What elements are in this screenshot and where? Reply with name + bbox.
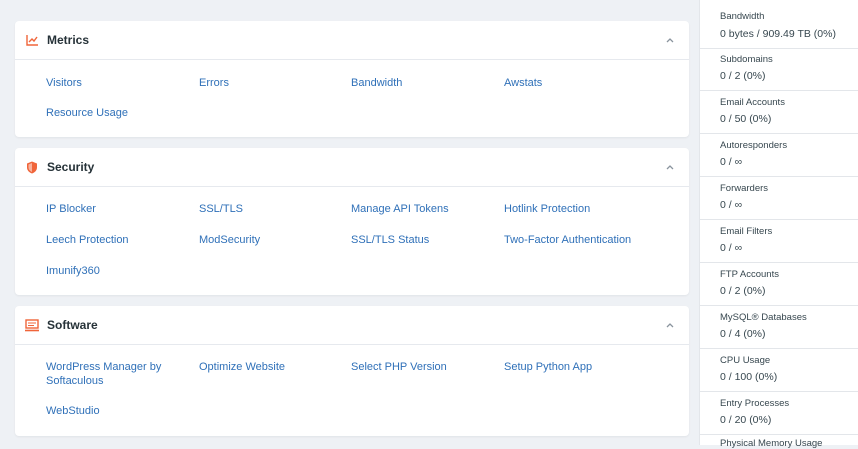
software-panel-header[interactable]: Software — [15, 306, 689, 345]
chevron-up-icon[interactable] — [663, 318, 677, 332]
stat-bandwidth: Bandwidth 0 bytes / 909.49 TB (0%) — [700, 0, 858, 49]
link-manage-api-tokens[interactable]: Manage API Tokens — [351, 202, 491, 216]
stat-label: Autoresponders — [720, 140, 788, 151]
stat-value: 0 / ∞ — [720, 242, 743, 254]
stat-value: 0 / 4 (0%) — [720, 328, 766, 340]
stat-value: 0 / ∞ — [720, 156, 743, 168]
link-resource-usage[interactable]: Resource Usage — [46, 106, 186, 120]
metrics-panel-header[interactable]: Metrics — [15, 21, 689, 60]
chevron-up-icon[interactable] — [663, 160, 677, 174]
stat-physical-memory-usage: Physical Memory Usage — [700, 435, 858, 449]
link-errors[interactable]: Errors — [199, 76, 339, 90]
stat-label: Forwarders — [720, 183, 769, 194]
stat-value: 0 / 20 (0%) — [720, 414, 772, 426]
link-awstats[interactable]: Awstats — [504, 76, 644, 90]
link-wordpress-manager[interactable]: WordPress Manager by Softaculous — [46, 360, 176, 388]
main-content: Metrics Visitors Errors Bandwidth Awstat… — [0, 0, 700, 445]
stat-ftp-accounts: FTP Accounts 0 / 2 (0%) — [700, 263, 858, 306]
stat-subdomains: Subdomains 0 / 2 (0%) — [700, 48, 858, 91]
link-ssl-tls-status[interactable]: SSL/TLS Status — [351, 233, 491, 247]
stat-value: 0 / ∞ — [720, 199, 743, 211]
stat-value: 0 / 2 (0%) — [720, 70, 766, 82]
stat-label: Subdomains — [720, 54, 773, 65]
software-panel: Software WordPress Manager by Softaculou… — [15, 306, 689, 436]
stat-value: 0 / 100 (0%) — [720, 371, 778, 383]
statistics-sidebar: Bandwidth 0 bytes / 909.49 TB (0%) Subdo… — [699, 0, 858, 449]
security-panel-header[interactable]: Security — [15, 148, 689, 187]
link-imunify360[interactable]: Imunify360 — [46, 264, 186, 278]
stat-value: 0 bytes / 909.49 TB (0%) — [720, 28, 836, 40]
stat-cpu-usage: CPU Usage 0 / 100 (0%) — [700, 349, 858, 392]
stat-value: 0 / 50 (0%) — [720, 113, 772, 125]
link-select-php-version[interactable]: Select PHP Version — [351, 360, 491, 374]
monitor-icon — [25, 318, 39, 332]
stat-email-filters: Email Filters 0 / ∞ — [700, 220, 858, 263]
security-panel: Security IP Blocker SSL/TLS Manage API T… — [15, 148, 689, 295]
stat-email-accounts: Email Accounts 0 / 50 (0%) — [700, 91, 858, 134]
stat-forwarders: Forwarders 0 / ∞ — [700, 177, 858, 220]
link-setup-python-app[interactable]: Setup Python App — [504, 360, 644, 374]
stat-entry-processes: Entry Processes 0 / 20 (0%) — [700, 392, 858, 435]
shield-icon — [25, 160, 39, 174]
security-title: Security — [47, 160, 95, 174]
stat-label: CPU Usage — [720, 355, 771, 366]
metrics-title: Metrics — [47, 33, 90, 47]
stat-label: Entry Processes — [720, 398, 790, 409]
link-ssl-tls[interactable]: SSL/TLS — [199, 202, 339, 216]
chevron-up-icon[interactable] — [663, 33, 677, 47]
link-webstudio[interactable]: WebStudio — [46, 404, 186, 418]
stat-autoresponders: Autoresponders 0 / ∞ — [700, 134, 858, 177]
metrics-panel: Metrics Visitors Errors Bandwidth Awstat… — [15, 21, 689, 137]
stat-mysql-databases: MySQL® Databases 0 / 4 (0%) — [700, 306, 858, 349]
link-modsecurity[interactable]: ModSecurity — [199, 233, 339, 247]
link-optimize-website[interactable]: Optimize Website — [199, 360, 339, 374]
link-leech-protection[interactable]: Leech Protection — [46, 233, 186, 247]
software-title: Software — [47, 318, 98, 332]
stat-label: Physical Memory Usage — [720, 438, 823, 449]
chart-line-icon — [25, 33, 39, 47]
stat-value: 0 / 2 (0%) — [720, 285, 766, 297]
link-bandwidth[interactable]: Bandwidth — [351, 76, 491, 90]
link-ip-blocker[interactable]: IP Blocker — [46, 202, 186, 216]
stat-label: Email Filters — [720, 226, 773, 237]
link-visitors[interactable]: Visitors — [46, 76, 186, 90]
stat-label: MySQL® Databases — [720, 312, 807, 323]
link-two-factor-authentication[interactable]: Two-Factor Authentication — [504, 233, 684, 247]
stat-label: Email Accounts — [720, 97, 785, 108]
stat-label: FTP Accounts — [720, 269, 779, 280]
link-hotlink-protection[interactable]: Hotlink Protection — [504, 202, 644, 216]
stat-label: Bandwidth — [720, 11, 765, 22]
